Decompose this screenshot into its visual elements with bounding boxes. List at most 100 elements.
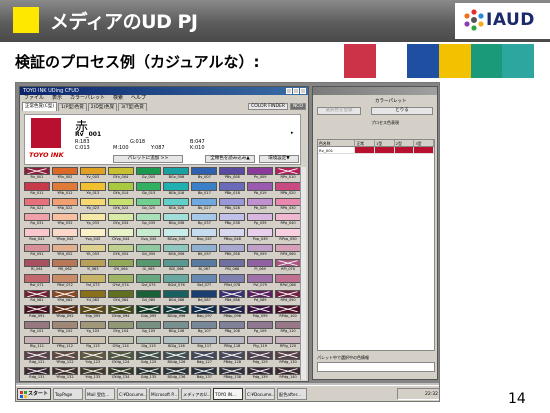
color-chip[interactable]	[51, 213, 78, 222]
color-cell[interactable]: PBvp_048	[219, 228, 246, 241]
color-chip[interactable]	[135, 213, 162, 222]
color-cell[interactable]: GYdg_124	[107, 351, 134, 364]
color-chip[interactable]	[79, 274, 106, 283]
color-chip[interactable]	[51, 197, 78, 207]
color-cell[interactable]: GYlt_054	[107, 243, 134, 257]
color-cell[interactable]: PBv_008	[219, 167, 246, 180]
color-chip[interactable]	[163, 243, 190, 253]
color-cell[interactable]: RPl_070	[275, 259, 301, 272]
color-chip[interactable]	[163, 335, 190, 345]
color-chip[interactable]	[107, 197, 134, 207]
color-chip[interactable]	[191, 351, 218, 360]
color-cell[interactable]: RPv_010	[275, 167, 301, 180]
color-cell[interactable]: Pdg_139	[247, 366, 274, 380]
color-cell[interactable]: GYsf_074	[107, 274, 134, 287]
color-cell[interactable]: GYlg_114	[107, 335, 134, 349]
color-cell[interactable]: Bvp_047	[191, 228, 218, 241]
color-chip[interactable]	[163, 167, 190, 176]
tab-vision-0[interactable]: 正常色覚(C型)	[22, 102, 58, 111]
color-cell[interactable]: PBdg_128	[219, 351, 246, 364]
color-cell[interactable]: RPdp_100	[275, 305, 301, 318]
color-cell[interactable]: GYvp_044	[107, 228, 134, 241]
color-cell[interactable]: Glt_055	[135, 243, 162, 257]
color-chip[interactable]	[163, 213, 190, 222]
color-cell[interactable]: Gb_015	[135, 182, 162, 195]
color-chip[interactable]	[51, 259, 78, 268]
color-cell[interactable]: Gl_065	[135, 259, 162, 272]
color-cell[interactable]: YRsf_072	[51, 274, 78, 287]
color-cell[interactable]: Ydg_133	[79, 366, 106, 380]
color-chip[interactable]	[24, 182, 50, 191]
color-cell[interactable]: Rsf_071	[24, 274, 50, 287]
color-cell[interactable]: Rb_011	[24, 182, 50, 195]
color-chip[interactable]	[163, 259, 190, 268]
color-chip[interactable]	[135, 289, 162, 299]
color-cell[interactable]: Pl_069	[247, 259, 274, 272]
color-chip[interactable]	[24, 320, 50, 329]
color-cell[interactable]: Gdg_125	[135, 351, 162, 364]
color-cell[interactable]: Rdg_121	[24, 351, 50, 364]
color-chip[interactable]	[247, 320, 274, 329]
color-cell[interactable]: Ydp_093	[79, 305, 106, 318]
color-cell[interactable]: Pp_039	[247, 213, 274, 226]
color-chip[interactable]	[107, 289, 134, 299]
color-chip[interactable]	[79, 366, 106, 375]
color-cell[interactable]: Pb_029	[247, 197, 274, 211]
color-chip[interactable]	[247, 182, 274, 191]
color-cell[interactable]: BGg_106	[163, 320, 190, 334]
color-chip[interactable]	[79, 213, 106, 222]
color-chip[interactable]	[191, 197, 218, 207]
color-chip[interactable]	[135, 274, 162, 283]
taskbar-item[interactable]: 配色after...	[277, 388, 308, 400]
color-cell[interactable]: RPg_110	[275, 320, 301, 334]
color-cell[interactable]: YRd_082	[51, 289, 78, 303]
apply-all-button[interactable]: 全類色を読み込み▲	[205, 155, 255, 163]
palette-row[interactable]: Rv_001	[318, 147, 435, 154]
color-cell[interactable]: BGv_006	[163, 167, 190, 180]
color-cell[interactable]: Glg_115	[135, 335, 162, 349]
color-chip[interactable]	[247, 274, 274, 283]
color-chip[interactable]	[107, 366, 134, 375]
color-cell[interactable]: YRlg_112	[51, 335, 78, 349]
color-cell[interactable]: GYl_064	[107, 259, 134, 272]
color-chip[interactable]	[24, 274, 50, 283]
start-button[interactable]: スタート	[17, 388, 52, 400]
color-cell[interactable]: PBsf_078	[219, 274, 246, 287]
color-cell[interactable]: PBlg_118	[219, 335, 246, 349]
color-finder-button[interactable]: COLOR FINDER	[248, 103, 288, 110]
color-chip[interactable]	[219, 228, 246, 237]
color-cell[interactable]: BGb_026	[163, 197, 190, 211]
color-chip[interactable]	[135, 320, 162, 329]
color-chip[interactable]	[135, 182, 162, 191]
color-cell[interactable]: Bdg_137	[191, 366, 218, 380]
color-chip[interactable]	[135, 167, 162, 176]
color-chip[interactable]	[219, 366, 246, 375]
color-cell[interactable]: Yd_083	[79, 289, 106, 303]
color-chip[interactable]	[51, 335, 78, 345]
color-chip[interactable]	[219, 351, 246, 360]
color-chip[interactable]	[107, 351, 134, 360]
color-cell[interactable]: YRlt_052	[51, 243, 78, 257]
color-cell[interactable]: Ylt_053	[79, 243, 106, 257]
color-chip[interactable]	[79, 320, 106, 329]
color-chip[interactable]	[247, 243, 274, 253]
color-chip[interactable]	[79, 259, 106, 268]
color-chip[interactable]	[247, 228, 274, 237]
color-cell[interactable]: Bg_107	[191, 320, 218, 334]
color-chip[interactable]	[247, 167, 274, 176]
color-cell[interactable]: YRdg_122	[51, 351, 78, 364]
register-color-button[interactable]: 選択色を登録	[317, 107, 361, 115]
color-chip[interactable]	[219, 305, 246, 314]
color-cell[interactable]: RPlg_120	[275, 335, 301, 349]
color-chip[interactable]	[275, 274, 301, 283]
color-chip[interactable]	[51, 366, 78, 375]
color-chip[interactable]	[247, 305, 274, 314]
color-chip[interactable]	[51, 274, 78, 283]
color-cell[interactable]: BGlt_056	[163, 243, 190, 257]
color-chip[interactable]	[24, 228, 50, 237]
color-chip[interactable]	[247, 259, 274, 268]
color-chip[interactable]	[135, 259, 162, 268]
minimize-icon[interactable]	[286, 88, 292, 94]
color-cell[interactable]: BGvp_046	[163, 228, 190, 241]
color-cell[interactable]: Gp_035	[135, 213, 162, 226]
